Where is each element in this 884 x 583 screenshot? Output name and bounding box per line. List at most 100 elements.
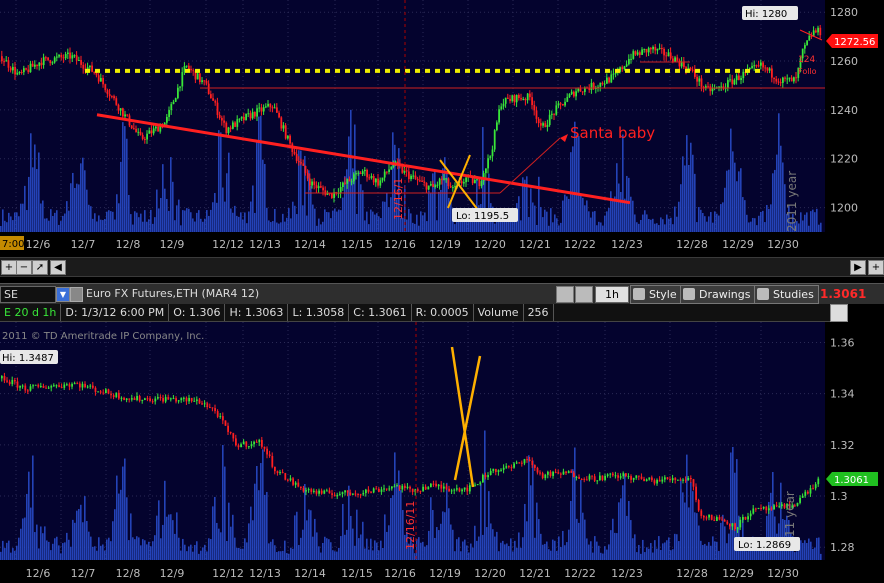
volume-bar (758, 215, 760, 232)
volume-bar (330, 218, 332, 232)
candle-body (677, 479, 679, 481)
bottom-price-chart[interactable]: 12/6 12/7 12/8 12/9 12/12 12/13 12/14 12/15 12/1… (0, 322, 884, 583)
candle-body (555, 105, 558, 115)
candle-body (570, 91, 573, 95)
volume-bar (214, 496, 216, 560)
style-menu-button[interactable]: Style (630, 285, 682, 304)
horizontal-scrollbar[interactable]: + − ➚ ◀ ▶ + (0, 257, 884, 277)
candle-body (188, 397, 190, 402)
volume-bar (362, 521, 364, 560)
volume-bar (338, 547, 340, 560)
candle-body (19, 385, 21, 388)
volume-bar (56, 536, 58, 560)
candle-body (579, 88, 582, 92)
candle-body (91, 65, 93, 72)
volume-bar (622, 485, 624, 560)
volume-bar (284, 540, 286, 560)
candle-body (627, 476, 630, 478)
zoom-in-button[interactable]: + (1, 260, 17, 275)
volume-bar (576, 134, 578, 232)
candle-body (118, 392, 120, 399)
candle-body (175, 398, 177, 402)
candle-body (64, 53, 67, 59)
volume-bar (30, 507, 32, 560)
volume-bar (98, 537, 100, 560)
x-tick-label: 12/6 (26, 567, 51, 580)
candle-body (348, 179, 351, 182)
candle-body (707, 86, 709, 88)
volume-bar (372, 211, 374, 232)
candle-body (621, 67, 624, 70)
volume-bar (426, 221, 428, 232)
candle-body (47, 387, 50, 389)
candle-body (349, 492, 352, 495)
candle-body (489, 156, 492, 159)
volume-bar (810, 541, 812, 560)
candle-body (720, 86, 723, 88)
volume-bar (382, 201, 384, 232)
candle-body (370, 175, 373, 178)
candle-body (174, 98, 177, 102)
volume-bar (476, 540, 478, 560)
volume-bar (534, 205, 536, 232)
volume-bar (170, 514, 172, 560)
volume-bar (770, 204, 772, 232)
volume-bar (658, 225, 660, 232)
volume-bar (122, 122, 124, 232)
volume-bar (700, 540, 702, 560)
candle-body (726, 521, 729, 524)
cursor-icon[interactable]: ➚ (32, 260, 48, 275)
scroll-right-button[interactable]: ▶ (850, 260, 866, 275)
volume-bar (70, 183, 72, 232)
candle-body (716, 517, 718, 521)
candle-body (547, 471, 549, 475)
candle-body (575, 91, 577, 97)
candle-body (249, 113, 252, 119)
scrollbar-end-button[interactable]: + (868, 260, 884, 275)
volume-bar (226, 540, 228, 560)
draw-tool-icon[interactable] (556, 286, 574, 303)
volume-bar (110, 541, 112, 560)
candle-body (485, 168, 487, 174)
zoom-out-button[interactable]: − (16, 260, 32, 275)
x-tick-label: 12/23 (611, 238, 643, 251)
symbol-dropdown-icon[interactable]: ▼ (56, 287, 70, 302)
candle-body (162, 397, 164, 402)
volume-bar (370, 538, 372, 560)
volume-bar (162, 524, 164, 560)
settings-tool-icon[interactable] (575, 286, 593, 303)
symbol-input[interactable]: SE (0, 286, 56, 303)
volume-bar (740, 168, 742, 232)
candle-body (105, 389, 107, 394)
volume-bar (160, 197, 162, 232)
volume-bar (448, 508, 450, 560)
volume-bar (484, 178, 486, 232)
scroll-left-button[interactable]: ◀ (50, 260, 66, 275)
candle-body (108, 94, 111, 97)
candle-body (410, 175, 412, 180)
candle-body (14, 66, 16, 75)
top-price-chart[interactable]: 12/6 12/7 12/8 12/9 12/12 12/13 12/14 12/15 12/1… (0, 0, 884, 256)
candle-body (190, 69, 192, 71)
link-icon[interactable] (70, 287, 83, 302)
candle-body (326, 490, 328, 492)
candle-body (218, 114, 221, 118)
volume-bar (54, 538, 56, 560)
candle-body (747, 516, 749, 520)
candle-body (185, 397, 188, 402)
info-high: H: 1.3063 (225, 304, 289, 321)
x-tick-label: 12/29 (722, 238, 754, 251)
candle-body (58, 54, 60, 57)
volume-bar (350, 109, 352, 232)
drawings-menu-button[interactable]: Drawings (680, 285, 756, 304)
timeframe-button[interactable]: 1h (595, 286, 629, 303)
volume-bar (136, 212, 138, 232)
volume-bar (768, 208, 770, 232)
candle-body (370, 491, 372, 493)
candle-body (700, 78, 703, 87)
studies-menu-button[interactable]: Studies (754, 285, 819, 304)
candle-body (405, 170, 408, 172)
volume-bar (220, 132, 222, 232)
chart-settings-icon[interactable] (830, 304, 848, 322)
y-tick-label: 1.36 (830, 336, 855, 349)
